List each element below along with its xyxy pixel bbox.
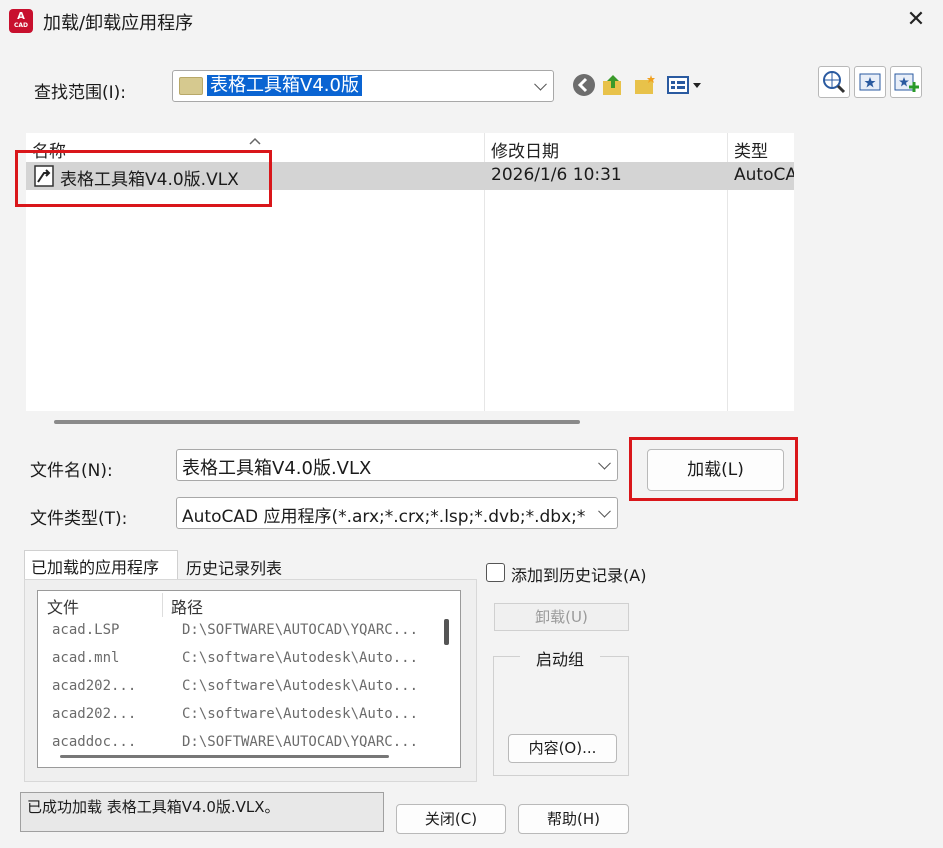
tab-loaded-apps[interactable]: 已加载的应用程序: [24, 550, 178, 580]
vertical-scrollbar[interactable]: [444, 619, 449, 645]
loaded-path-cell: D:\SOFTWARE\AUTOCAD\YQARC...: [182, 622, 419, 638]
loaded-path-cell: C:\software\Autodesk\Auto...: [182, 706, 419, 722]
autocad-app-icon: A CAD: [9, 9, 33, 33]
file-name-value: 表格工具箱V4.0版.VLX: [182, 458, 372, 479]
up-folder-icon[interactable]: [600, 72, 626, 98]
look-in-dropdown[interactable]: 表格工具箱V4.0版: [172, 70, 554, 102]
startup-group-label: 启动组: [520, 646, 600, 670]
help-button[interactable]: 帮助(H): [518, 804, 629, 834]
file-type-cell: AutoCA: [734, 165, 794, 185]
look-in-label: 查找范围(I):: [34, 83, 127, 103]
look-in-value: 表格工具箱V4.0版: [207, 75, 362, 96]
column-header-date[interactable]: 修改日期: [491, 137, 559, 162]
status-message: 已成功加载 表格工具箱V4.0版.VLX。: [20, 792, 384, 832]
history-checkbox[interactable]: [486, 563, 505, 582]
views-icon[interactable]: [665, 72, 705, 98]
tab-history[interactable]: 历史记录列表: [180, 553, 298, 579]
loaded-file-cell: acad202...: [52, 678, 137, 694]
unload-button[interactable]: 卸载(U): [494, 603, 629, 631]
back-icon[interactable]: [571, 72, 597, 98]
file-type-label: 文件类型(T):: [30, 509, 128, 529]
contents-button[interactable]: 内容(O)...: [508, 734, 617, 763]
window-title: 加载/卸载应用程序: [43, 13, 194, 34]
tab-history-label: 历史记录列表: [186, 559, 283, 578]
loaded-path-cell: C:\software\Autodesk\Auto...: [182, 678, 419, 694]
highlight-box-load: [629, 437, 798, 501]
file-type-value: AutoCAD 应用程序(*.arx;*.crx;*.lsp;*.dvb;*.d…: [182, 507, 587, 527]
chevron-down-icon[interactable]: [598, 456, 611, 470]
file-date-cell: 2026/1/6 10:31: [491, 165, 622, 185]
folder-icon: [179, 77, 203, 95]
close-button[interactable]: 关闭(C): [396, 804, 506, 834]
horizontal-scrollbar[interactable]: [54, 420, 580, 424]
sort-ascending-icon: [249, 130, 261, 145]
add-favorites-icon[interactable]: [890, 66, 922, 98]
chevron-down-icon[interactable]: [534, 77, 547, 91]
history-checkbox-label[interactable]: 添加到历史记录(A): [511, 562, 646, 586]
loaded-file-cell: acad.LSP: [52, 622, 120, 638]
file-name-input[interactable]: 表格工具箱V4.0版.VLX: [176, 449, 618, 481]
file-type-dropdown[interactable]: AutoCAD 应用程序(*.arx;*.crx;*.lsp;*.dvb;*.d…: [176, 497, 618, 529]
highlight-box-file: [15, 150, 272, 207]
column-divider: [162, 593, 163, 617]
horizontal-scrollbar[interactable]: [60, 755, 389, 758]
loaded-apps-list[interactable]: 文件 路径 acad.LSP D:\SOFTWARE\AUTOCAD\YQARC…: [37, 590, 461, 768]
column-header-type[interactable]: 类型: [734, 137, 768, 162]
close-icon[interactable]: ✕: [903, 6, 929, 34]
new-folder-icon[interactable]: [632, 72, 658, 98]
tab-loaded-apps-label: 已加载的应用程序: [31, 558, 160, 577]
loaded-path-cell: C:\software\Autodesk\Auto...: [182, 650, 419, 666]
web-search-icon[interactable]: [818, 66, 850, 98]
chevron-down-icon[interactable]: [598, 504, 611, 518]
column-header-path[interactable]: 路径: [171, 594, 203, 618]
loaded-file-cell: acad202...: [52, 706, 137, 722]
favorites-icon[interactable]: [854, 66, 886, 98]
file-name-label: 文件名(N):: [30, 461, 113, 481]
column-header-file[interactable]: 文件: [47, 594, 79, 618]
loaded-file-cell: acad.mnl: [52, 650, 120, 666]
